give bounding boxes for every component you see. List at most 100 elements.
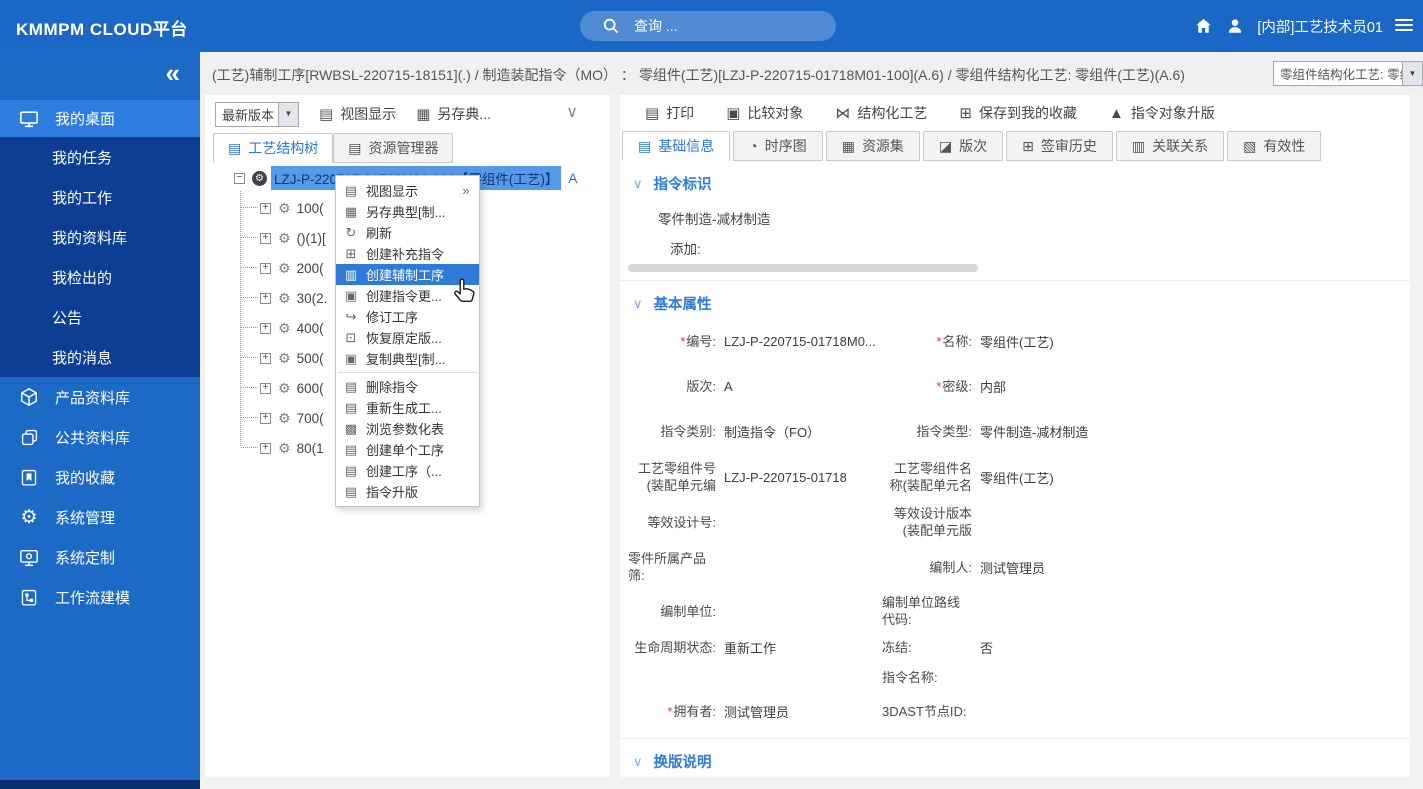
field-row: 指令类别: 制造指令（FO） 指令类型: 零件制造-减材制造 <box>628 409 1410 454</box>
detail-content: 指令标识 零件制造-减材制造 添加: 基本属性 *编号: LZJ-P-22071… <box>620 173 1410 772</box>
view-icon <box>344 184 358 197</box>
menu-item-regenerate[interactable]: 重新生成工... <box>336 397 479 418</box>
sidebar-item-checked-out[interactable]: 我检出的 <box>0 257 200 297</box>
expand-expander-icon[interactable] <box>260 292 271 304</box>
sidebar-collapse-icon[interactable] <box>166 60 180 86</box>
section-divider <box>620 280 1410 281</box>
expand-expander-icon[interactable] <box>260 202 271 214</box>
copy-icon <box>344 352 358 365</box>
tab-process-structure-tree[interactable]: 工艺结构树 <box>213 133 334 163</box>
sidebar-item-public-library[interactable]: 公共资料库 <box>0 417 200 457</box>
section-collapse-chevron-icon <box>633 755 643 768</box>
menu-item-copy-typical[interactable]: 复制典型[制... <box>336 348 479 369</box>
field-label: 指令类别: <box>660 424 716 439</box>
more-tools-chevron-icon[interactable] <box>566 105 578 121</box>
menu-icon[interactable] <box>1395 19 1413 31</box>
sidebar-item-my-library[interactable]: 我的资料库 <box>0 217 200 257</box>
section-collapse-chevron-icon <box>633 297 643 310</box>
tab-relationships[interactable]: 关联关系 <box>1115 131 1225 161</box>
tree-context-menu: 视图显示 另存典型[制... 刷新 创建补充指令 创建辅制工序 创建指令更...… <box>335 175 480 507</box>
expand-expander-icon[interactable] <box>260 262 271 274</box>
sidebar-item-favorites[interactable]: 我的收藏 <box>0 457 200 497</box>
menu-item-create-auxiliary-operation[interactable]: 创建辅制工序 <box>336 264 479 285</box>
expand-expander-icon[interactable] <box>260 352 271 364</box>
menu-item-restore-original-version[interactable]: 恢复原定版... <box>336 327 479 348</box>
section-revision-note[interactable]: 换版说明 <box>628 751 1410 772</box>
operation-gear-icon <box>278 411 291 425</box>
tab-versions[interactable]: 版次 <box>922 131 1004 161</box>
horizontal-scrollbar[interactable] <box>628 264 978 272</box>
expand-expander-icon[interactable] <box>260 232 271 244</box>
context-selector[interactable]: 零组件结构化工艺: 零组... <box>1273 61 1423 86</box>
compare-objects-button[interactable]: 比较对象 <box>726 103 803 123</box>
basic-info-icon <box>638 139 651 153</box>
section-instruction-identity[interactable]: 指令标识 <box>628 173 1410 194</box>
sidebar-item-desktop[interactable]: 我的桌面 <box>0 100 200 137</box>
instruction-object-upgrade-button[interactable]: 指令对象升版 <box>1109 103 1215 123</box>
menu-item-save-as-typical[interactable]: 另存典型[制... <box>336 201 479 222</box>
required-marker: * <box>936 333 942 349</box>
gear-icon <box>18 508 40 527</box>
version-filter-select[interactable]: 最新版本 <box>215 101 299 127</box>
expand-expander-icon[interactable] <box>260 322 271 334</box>
save-as-typical-button[interactable]: 另存典... <box>416 104 491 124</box>
home-icon[interactable] <box>1194 17 1213 35</box>
menu-item-view-display[interactable]: 视图显示 <box>336 180 479 201</box>
field-value: 测试管理员 <box>724 704 790 720</box>
field-row: 零件所属产品筛: 编制人: 测试管理员 <box>628 544 1410 590</box>
workflow-icon <box>18 588 40 607</box>
menu-item-create-supplement-instruction[interactable]: 创建补充指令 <box>336 243 479 264</box>
menu-item-revise-operation[interactable]: 修订工序 <box>336 306 479 327</box>
expand-expander-icon[interactable] <box>260 382 271 394</box>
operation-gear-icon <box>278 291 291 305</box>
tab-sequence-diagram[interactable]: 时序图 <box>733 131 823 161</box>
tab-approval-history[interactable]: 签审历史 <box>1006 131 1113 161</box>
menu-item-create-operation[interactable]: 创建工序（... <box>336 460 479 481</box>
view-display-button[interactable]: 视图显示 <box>319 104 396 124</box>
sidebar-item-label: 产品资料库 <box>55 389 131 407</box>
tab-basic-info[interactable]: 基础信息 <box>622 131 731 161</box>
detail-toolbar: 打印 比较对象 结构化工艺 保存到我的收藏 指令对象升版 <box>620 95 1410 131</box>
tab-resource-set[interactable]: 资源集 <box>825 131 920 161</box>
folder-icon <box>939 139 952 153</box>
sidebar-item-my-tasks[interactable]: 我的任务 <box>0 137 200 177</box>
sidebar-item-product-library[interactable]: 产品资料库 <box>0 377 200 417</box>
field-label: 指令名称: <box>882 669 938 685</box>
user-icon[interactable] <box>1226 17 1244 35</box>
validity-icon <box>1243 139 1256 153</box>
tab-resource-manager[interactable]: 资源管理器 <box>333 133 454 163</box>
menu-item-instruction-upgrade[interactable]: 指令升版 <box>336 481 479 502</box>
tab-validity[interactable]: 有效性 <box>1227 131 1322 161</box>
menu-item-label: 修订工序 <box>366 310 419 325</box>
create-change-icon <box>344 289 358 302</box>
structured-process-button[interactable]: 结构化工艺 <box>835 103 927 123</box>
menu-item-delete-instruction[interactable]: 删除指令 <box>336 376 479 397</box>
field-label: 冻结: <box>882 639 912 655</box>
expand-expander-icon[interactable] <box>260 412 271 424</box>
version-filter-value: 最新版本 <box>216 102 278 126</box>
version-filter-dropdown-button[interactable] <box>278 102 298 126</box>
sidebar-item-system-admin[interactable]: 系统管理 <box>0 497 200 537</box>
menu-item-create-single-operation[interactable]: 创建单个工序 <box>336 439 479 460</box>
menu-item-label: 指令升版 <box>366 485 419 500</box>
expand-expander-icon[interactable] <box>260 442 271 454</box>
sidebar-item-announcements[interactable]: 公告 <box>0 297 200 337</box>
print-button[interactable]: 打印 <box>645 103 694 123</box>
sidebar-item-system-custom[interactable]: 系统定制 <box>0 537 200 577</box>
single-operation-icon <box>344 443 358 456</box>
menu-item-refresh[interactable]: 刷新 <box>336 222 479 243</box>
save-to-favorites-button[interactable]: 保存到我的收藏 <box>959 103 1077 123</box>
section-basic-properties[interactable]: 基本属性 <box>628 293 1410 314</box>
menu-item-label: 另存典型[制... <box>366 205 446 220</box>
sidebar-item-my-work[interactable]: 我的工作 <box>0 177 200 217</box>
menu-item-create-instruction-change[interactable]: 创建指令更... <box>336 285 479 306</box>
save-as-icon <box>416 107 430 122</box>
tab-label: 工艺结构树 <box>248 140 319 156</box>
sidebar-item-workflow-modeling[interactable]: 工作流建模 <box>0 577 200 617</box>
context-selector-dropdown-button[interactable] <box>1402 62 1422 85</box>
sidebar-item-my-messages[interactable]: 我的消息 <box>0 337 200 377</box>
collapse-expander-icon[interactable] <box>234 172 245 184</box>
menu-item-browse-parametric-table[interactable]: 浏览参数化表 <box>336 418 479 439</box>
global-search[interactable]: 查询 ... <box>580 11 836 41</box>
field-label: *密级: <box>936 379 972 394</box>
